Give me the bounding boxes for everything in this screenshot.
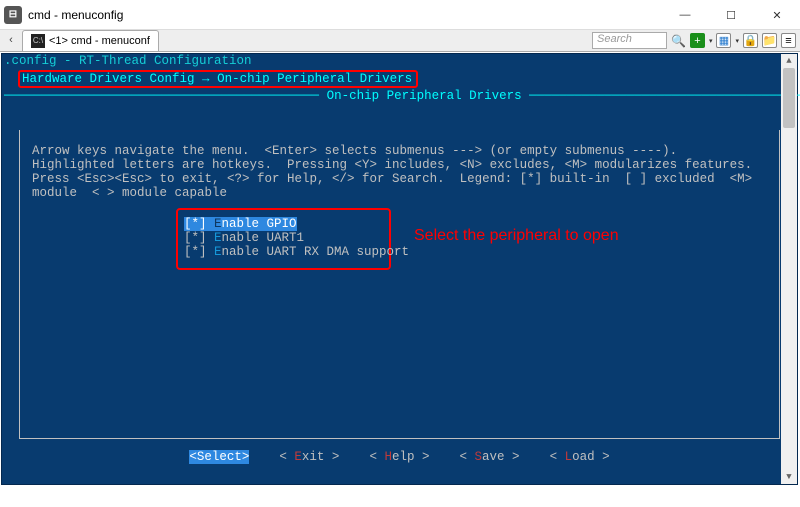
cmd-icon: C:\	[31, 34, 45, 48]
lock-icon[interactable]: 🔒	[743, 33, 758, 48]
folder-icon[interactable]: 📁	[762, 33, 777, 48]
tab-number: <1>	[49, 35, 68, 47]
menu-item-gpio[interactable]: [*] Enable GPIO	[184, 217, 297, 231]
window-icon[interactable]: ▦	[716, 33, 731, 48]
scrollbar-down-arrow[interactable]: ▼	[781, 470, 797, 484]
menu-item-uart-dma[interactable]: [*] Enable UART RX DMA support	[184, 245, 383, 259]
tab-label: cmd - menuconf	[71, 35, 150, 47]
breadcrumb-arrow: →	[202, 72, 210, 86]
tab-bar: ‹ C:\ <1> cmd - menuconf Search 🔍 +▾ ▦▾ …	[0, 30, 800, 52]
tab-cmd[interactable]: C:\ <1> cmd - menuconf	[22, 30, 159, 51]
breadcrumb-first: Hardware Drivers Config	[22, 72, 195, 86]
select-button[interactable]: <Select>	[189, 450, 249, 464]
menu-box-frame	[19, 130, 780, 439]
scrollbar-thumb[interactable]	[783, 68, 795, 128]
menu-items-highlight: [*] Enable GPIO [*] Enable UART1 [*] Ena…	[176, 208, 391, 270]
save-button[interactable]: < Save >	[460, 450, 520, 464]
scrollbar-up-arrow[interactable]: ▲	[781, 54, 797, 68]
new-tab-dropdown[interactable]: ▾	[709, 37, 713, 45]
maximize-button[interactable]: ☐	[708, 0, 754, 30]
search-input[interactable]: Search	[592, 32, 667, 49]
breadcrumb-second: On-chip Peripheral Drivers	[217, 72, 412, 86]
menu-icon[interactable]: ≡	[781, 33, 796, 48]
menu-subtitle: ────────────────────────────────────────…	[4, 89, 795, 103]
minimize-button[interactable]: —	[662, 0, 708, 30]
window-controls: — ☐ ✕	[662, 0, 800, 30]
search-icon[interactable]: 🔍	[671, 34, 686, 48]
load-button[interactable]: < Load >	[550, 450, 610, 464]
window-dropdown[interactable]: ▾	[735, 37, 739, 45]
toolbar-right: Search 🔍 +▾ ▦▾ 🔒 📁 ≡	[592, 32, 796, 49]
app-icon: ⊟	[4, 6, 22, 24]
breadcrumb-highlight: Hardware Drivers Config → On-chip Periph…	[18, 70, 418, 88]
chevron-left-icon[interactable]: ‹	[4, 34, 18, 48]
exit-button[interactable]: < Exit >	[279, 450, 339, 464]
scrollbar-vertical[interactable]: ▲ ▼	[781, 54, 797, 484]
subtitle-text: On-chip Peripheral Drivers	[327, 89, 522, 103]
terminal-area: .config - RT-Thread Configuration Hardwa…	[1, 53, 798, 485]
new-tab-button[interactable]: +	[690, 33, 705, 48]
annotation-text: Select the peripheral to open	[414, 229, 619, 243]
menu-item-uart1[interactable]: [*] Enable UART1	[184, 231, 383, 245]
action-buttons-row: <Select> < Exit > < Help > < Save > < Lo…	[2, 450, 797, 464]
help-button[interactable]: < Help >	[369, 450, 429, 464]
close-button[interactable]: ✕	[754, 0, 800, 30]
window-titlebar: ⊟ cmd - menuconfig — ☐ ✕	[0, 0, 800, 30]
window-title: cmd - menuconfig	[28, 8, 123, 22]
config-title-line: .config - RT-Thread Configuration	[4, 54, 795, 68]
